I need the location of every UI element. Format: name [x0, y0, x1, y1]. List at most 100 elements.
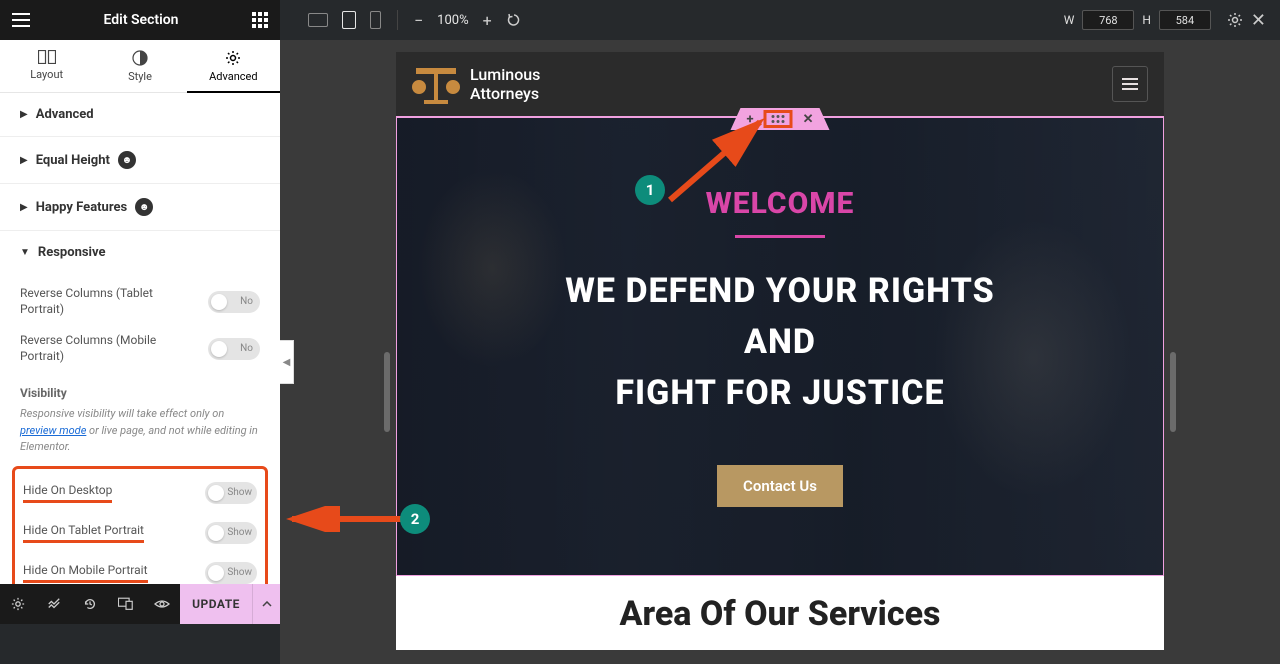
delete-section-icon[interactable]: ✕	[803, 112, 814, 127]
control-hide-desktop: Hide On Desktop Show	[23, 473, 257, 513]
tab-style-label: Style	[128, 70, 152, 83]
style-icon	[132, 50, 148, 66]
device-tablet-icon[interactable]	[342, 11, 356, 29]
hide-tablet-label: Hide On Tablet Portrait	[23, 523, 144, 544]
panel-collapse-tab[interactable]: ◀	[280, 340, 294, 384]
canvas-handle-right[interactable]	[1170, 352, 1176, 432]
caret-right-icon: ▶	[20, 109, 28, 120]
preview-mode-link[interactable]: preview mode	[20, 424, 86, 437]
canvas-height-input[interactable]	[1159, 10, 1211, 30]
hide-tablet-toggle[interactable]: Show	[205, 522, 257, 544]
plugin-badge-icon: ☻	[118, 151, 136, 169]
annotation-badge-2: 2	[400, 504, 430, 534]
add-section-icon[interactable]: +	[747, 112, 754, 127]
device-mobile-icon[interactable]	[370, 11, 381, 29]
bottombar-icons	[0, 584, 180, 624]
scales-icon	[412, 62, 460, 106]
layout-icon	[38, 50, 56, 64]
panel-content: ▶ Advanced ▶ Equal Height ☻ ▶ Happy Feat…	[0, 93, 280, 624]
canvas-area: LuminousAttorneys + ✕ WELCOME WE DEFEND …	[280, 40, 1280, 664]
topbar-panel-header: Edit Section	[0, 0, 280, 40]
plugin-badge-icon: ☻	[135, 198, 153, 216]
gear-icon	[225, 50, 241, 66]
visibility-header: Visibility	[20, 372, 260, 406]
settings-gear-icon[interactable]	[1227, 12, 1243, 28]
zoom-in-icon[interactable]: +	[483, 11, 492, 30]
editor-topbar: Edit Section − 100% + W H ✕	[0, 0, 1280, 40]
visibility-help: Responsive visibility will take effect o…	[20, 406, 260, 462]
hide-mobile-toggle[interactable]: Show	[205, 562, 257, 584]
canvas-handle-left[interactable]	[384, 352, 390, 432]
site-header: LuminousAttorneys	[396, 52, 1164, 116]
panel-tabs: Layout Style Advanced	[0, 40, 280, 93]
panel-bottombar: UPDATE	[0, 584, 280, 624]
zoom-reset-icon[interactable]	[506, 12, 522, 28]
close-icon[interactable]: ✕	[1251, 10, 1266, 31]
control-reverse-mobile: Reverse Columns (Mobile Portrait) No	[20, 325, 260, 372]
control-hide-tablet: Hide On Tablet Portrait Show	[23, 513, 257, 553]
accordion-happy-features[interactable]: ▶ Happy Features ☻	[0, 184, 280, 231]
tab-advanced-label: Advanced	[209, 70, 257, 83]
hide-desktop-toggle[interactable]: Show	[205, 482, 257, 504]
site-logo[interactable]: LuminousAttorneys	[412, 62, 540, 106]
width-label: W	[1064, 13, 1075, 27]
hero-title: WE DEFEND YOUR RIGHTS AND FIGHT FOR JUST…	[565, 266, 994, 419]
navigator-icon[interactable]	[36, 584, 72, 624]
responsive-mode-icon[interactable]	[108, 584, 144, 624]
apps-grid-icon[interactable]	[252, 12, 268, 28]
hero-section[interactable]: WELCOME WE DEFEND YOUR RIGHTS AND FIGHT …	[396, 116, 1164, 576]
accordion-responsive-label: Responsive	[38, 245, 106, 260]
zoom-value: 100%	[437, 13, 468, 28]
section-handle: + ✕	[731, 108, 830, 130]
accordion-equal-height[interactable]: ▶ Equal Height ☻	[0, 137, 280, 184]
update-button[interactable]: UPDATE	[180, 584, 252, 624]
preview-canvas: LuminousAttorneys + ✕ WELCOME WE DEFEND …	[396, 52, 1164, 650]
services-heading: Area Of Our Services	[396, 576, 1164, 650]
divider	[397, 10, 398, 30]
topbar-right: W H ✕	[1064, 10, 1280, 31]
edit-section-handle-icon[interactable]	[764, 110, 793, 128]
hero-divider	[735, 235, 825, 238]
tab-layout-label: Layout	[30, 68, 63, 81]
tab-advanced[interactable]: Advanced	[187, 40, 280, 93]
responsive-section: Reverse Columns (Tablet Portrait) No Rev…	[0, 274, 280, 462]
zoom-out-icon[interactable]: −	[414, 11, 423, 30]
caret-right-icon: ▶	[20, 155, 28, 166]
history-icon[interactable]	[72, 584, 108, 624]
tab-style[interactable]: Style	[93, 40, 186, 92]
hide-desktop-label: Hide On Desktop	[23, 483, 112, 504]
editor-sidebar: Layout Style Advanced ▶ Advanced ▶ Equal…	[0, 40, 280, 624]
mobile-menu-toggle[interactable]	[1112, 66, 1148, 102]
help-pre: Responsive visibility will take effect o…	[20, 407, 224, 420]
hero-welcome: WELCOME	[706, 186, 855, 221]
responsive-devices	[308, 11, 381, 29]
accordion-responsive[interactable]: ▼ Responsive	[0, 231, 280, 274]
accordion-advanced[interactable]: ▶ Advanced	[0, 93, 280, 137]
accordion-equal-height-label: Equal Height	[36, 153, 110, 168]
accordion-happy-label: Happy Features	[36, 200, 127, 215]
panel-title: Edit Section	[30, 12, 252, 28]
zoom-controls: − 100% +	[414, 11, 522, 30]
visibility-controls-highlight: Hide On Desktop Show Hide On Tablet Port…	[12, 466, 268, 600]
reverse-tablet-label: Reverse Columns (Tablet Portrait)	[20, 286, 170, 317]
reverse-mobile-toggle[interactable]: No	[208, 338, 260, 360]
annotation-badge-1: 1	[635, 175, 665, 205]
update-options-caret[interactable]	[252, 584, 280, 624]
preview-eye-icon[interactable]	[144, 584, 180, 624]
contact-button[interactable]: Contact Us	[717, 465, 843, 507]
hide-mobile-label: Hide On Mobile Portrait	[23, 563, 148, 584]
tab-layout[interactable]: Layout	[0, 40, 93, 92]
hamburger-icon	[1122, 78, 1138, 90]
topbar-center: − 100% +	[280, 10, 1064, 30]
height-label: H	[1142, 13, 1151, 27]
page-settings-icon[interactable]	[0, 584, 36, 624]
logo-text: LuminousAttorneys	[470, 65, 540, 103]
accordion-advanced-label: Advanced	[36, 107, 94, 122]
canvas-width-input[interactable]	[1082, 10, 1134, 30]
caret-right-icon: ▶	[20, 202, 28, 213]
menu-icon[interactable]	[12, 13, 30, 27]
control-reverse-tablet: Reverse Columns (Tablet Portrait) No	[20, 278, 260, 325]
reverse-tablet-toggle[interactable]: No	[208, 291, 260, 313]
caret-down-icon: ▼	[20, 247, 30, 258]
device-desktop-icon[interactable]	[308, 13, 328, 27]
